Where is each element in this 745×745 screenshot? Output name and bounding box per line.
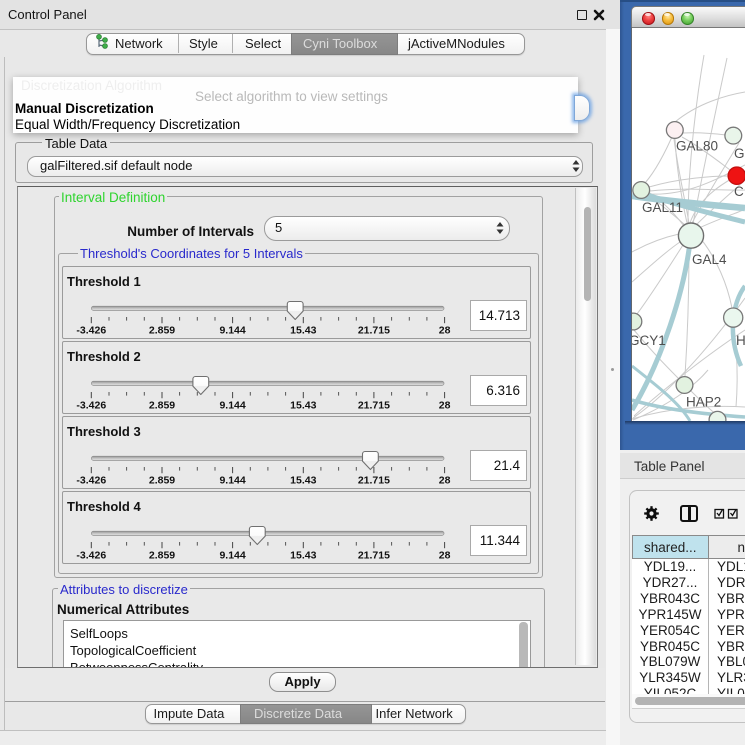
svg-text:2.859: 2.859 bbox=[149, 475, 175, 487]
svg-text:15.43: 15.43 bbox=[290, 325, 316, 337]
svg-text:G.: G. bbox=[734, 146, 745, 161]
svg-text:GCY1: GCY1 bbox=[632, 333, 666, 348]
svg-text:H: H bbox=[736, 333, 745, 348]
svg-text:GAL4: GAL4 bbox=[692, 252, 727, 267]
svg-text:28: 28 bbox=[439, 325, 451, 337]
svg-text:21.715: 21.715 bbox=[358, 475, 390, 487]
svg-text:28: 28 bbox=[439, 550, 451, 562]
svg-text:9.144: 9.144 bbox=[219, 325, 245, 337]
svg-text:GAL80: GAL80 bbox=[676, 139, 718, 154]
svg-text:-3.426: -3.426 bbox=[76, 325, 106, 337]
svg-text:-3.426: -3.426 bbox=[76, 550, 106, 562]
svg-text:28: 28 bbox=[439, 475, 451, 487]
svg-text:9.144: 9.144 bbox=[219, 550, 245, 562]
svg-text:21.715: 21.715 bbox=[358, 400, 390, 412]
svg-text:GAL11: GAL11 bbox=[642, 200, 683, 215]
svg-text:HAP2: HAP2 bbox=[686, 395, 721, 410]
svg-text:15.43: 15.43 bbox=[290, 550, 316, 562]
svg-text:2.859: 2.859 bbox=[149, 400, 175, 412]
svg-text:28: 28 bbox=[439, 400, 451, 412]
svg-text:9.144: 9.144 bbox=[219, 400, 245, 412]
svg-text:15.43: 15.43 bbox=[290, 475, 316, 487]
svg-text:15.43: 15.43 bbox=[290, 400, 316, 412]
svg-text:C: C bbox=[734, 184, 744, 199]
svg-text:-3.426: -3.426 bbox=[76, 475, 106, 487]
svg-text:21.715: 21.715 bbox=[358, 325, 390, 337]
svg-text:9.144: 9.144 bbox=[219, 475, 245, 487]
svg-text:-3.426: -3.426 bbox=[76, 400, 106, 412]
svg-text:2.859: 2.859 bbox=[149, 325, 175, 337]
svg-text:2.859: 2.859 bbox=[149, 550, 175, 562]
svg-text:21.715: 21.715 bbox=[358, 550, 390, 562]
